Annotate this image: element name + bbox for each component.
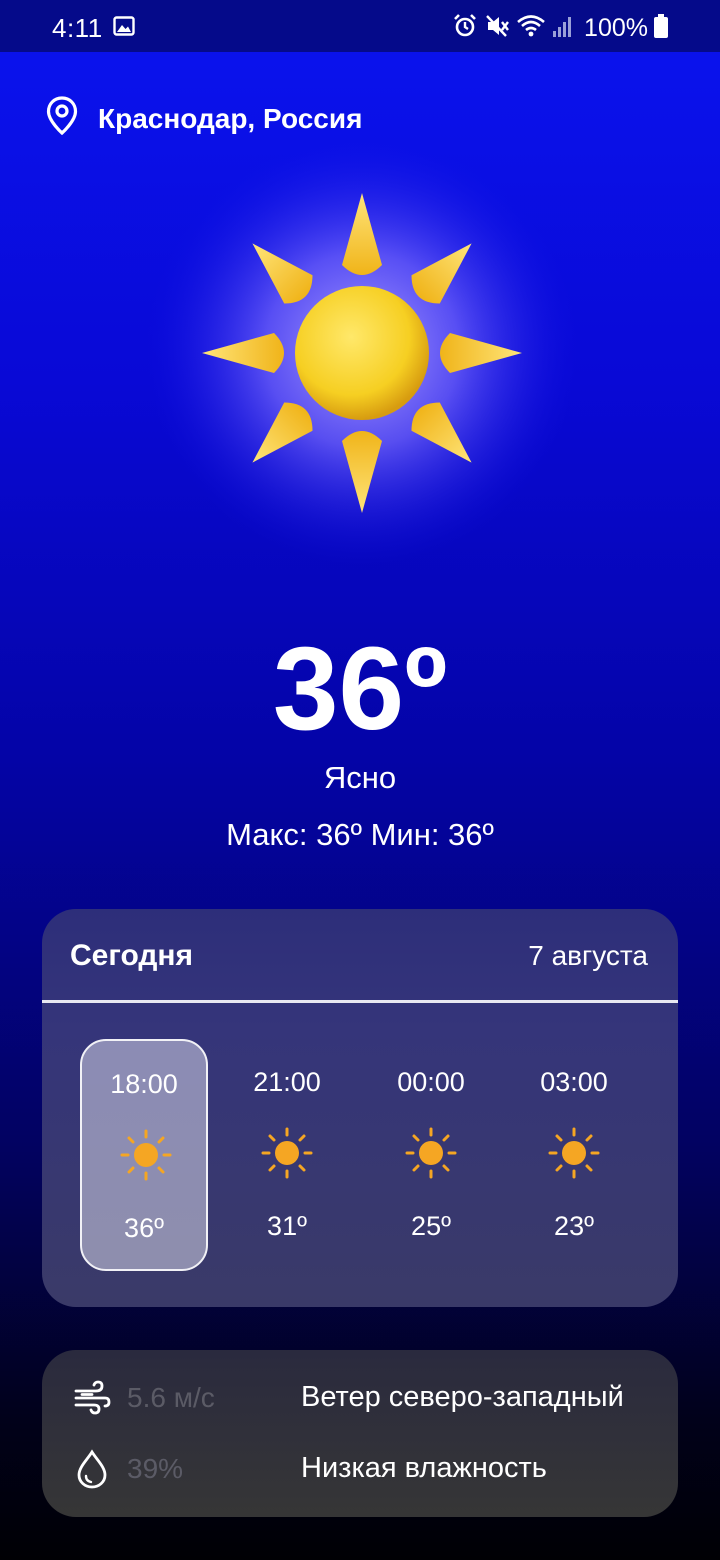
sun-icon <box>120 1129 172 1186</box>
hour-item-00-00[interactable]: 00:00 25º <box>367 1039 495 1271</box>
hour-item-18-00[interactable]: 18:00 36º <box>80 1039 208 1271</box>
hour-time: 21:00 <box>253 1067 321 1097</box>
hour-time: 03:00 <box>540 1067 608 1097</box>
hour-temp: 25º <box>411 1211 451 1241</box>
divider <box>42 1000 678 1003</box>
battery-icon <box>654 14 668 43</box>
wifi-icon <box>516 13 546 44</box>
today-date: 7 августа <box>528 940 648 971</box>
hour-temp: 31º <box>267 1211 307 1241</box>
hour-item-03-00[interactable]: 03:00 23º <box>510 1039 638 1271</box>
today-header: Сегодня 7 августа <box>42 909 678 1001</box>
location-name: Краснодар, Россия <box>98 102 363 134</box>
droplet-icon <box>72 1449 112 1494</box>
signal-icon <box>552 14 574 43</box>
humidity-value: 39% <box>127 1453 184 1484</box>
wind-icon <box>72 1378 112 1423</box>
alarm-icon <box>452 13 478 44</box>
wind-speed: 5.6 м/с <box>127 1382 215 1413</box>
min-max-temperature: Макс: 36º Мин: 36º <box>226 817 494 852</box>
hour-time: 00:00 <box>397 1067 465 1097</box>
wind-description: Ветер северо-западный <box>301 1381 624 1413</box>
hour-temp: 23º <box>554 1211 594 1241</box>
sun-icon <box>548 1127 600 1184</box>
current-condition: Ясно <box>323 760 397 795</box>
sun-icon <box>405 1127 457 1184</box>
location-pin-icon <box>46 96 78 141</box>
hour-temp: 36º <box>124 1213 164 1243</box>
hour-item-21-00[interactable]: 21:00 31º <box>223 1039 351 1271</box>
current-temperature: 36º <box>272 623 448 755</box>
wind-row: 5.6 м/с Ветер северо-западный <box>42 1368 678 1428</box>
today-title: Сегодня <box>70 939 194 972</box>
humidity-description: Низкая влажность <box>301 1452 547 1484</box>
hour-time: 18:00 <box>110 1069 178 1099</box>
location[interactable]: Краснодар, Россия <box>46 96 362 141</box>
status-time: 4:11 <box>52 13 103 43</box>
sun-icon <box>261 1127 313 1184</box>
today-forecast-card: Сегодня 7 августа 18:00 36º 21:00 31º 00… <box>42 909 678 1307</box>
details-card: 5.6 м/с Ветер северо-западный 39% Низкая… <box>42 1350 678 1517</box>
humidity-row: 39% Низкая влажность <box>42 1439 678 1499</box>
status-bar: 4:11 100% <box>0 0 720 52</box>
mute-icon <box>484 13 510 44</box>
status-icons: 100% <box>452 13 668 44</box>
sun-icon <box>142 135 582 578</box>
battery-percent: 100% <box>584 14 648 42</box>
gallery-icon <box>113 15 135 42</box>
